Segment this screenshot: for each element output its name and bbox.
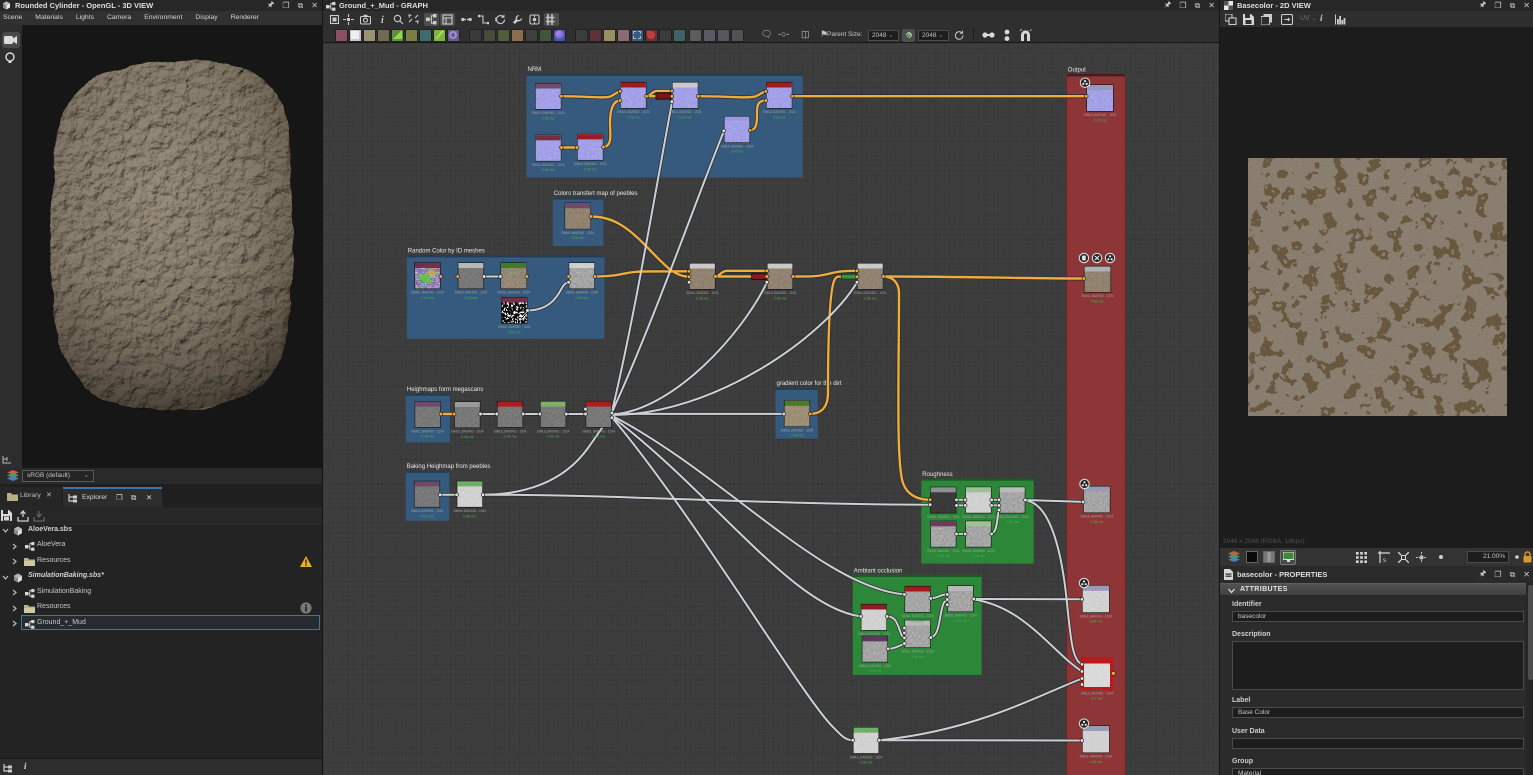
svg-text:gradient color for the dirt: gradient color for the dirt — [777, 381, 842, 387]
svg-text:SIMUL.BAKING - 1024: SIMUL.BAKING - 1024 — [565, 291, 598, 295]
svg-text:0.06 ms: 0.06 ms — [911, 655, 924, 659]
svg-text:0.06 ms: 0.06 ms — [731, 150, 744, 154]
svg-text:SIMUL.BAKING - 1024: SIMUL.BAKING - 1024 — [411, 429, 444, 433]
svg-text:SIMUL.BAKING - 1024: SIMUL.BAKING - 1024 — [669, 110, 702, 114]
svg-text:0.06 ms: 0.06 ms — [592, 435, 605, 439]
svg-text:SIMUL.BAKING - 1024: SIMUL.BAKING - 1024 — [996, 515, 1029, 519]
svg-text:0.06 ms: 0.06 ms — [696, 296, 709, 300]
svg-text:SIMUL.BAKING - 1024: SIMUL.BAKING - 1024 — [944, 614, 977, 618]
svg-text:NRM: NRM — [528, 67, 542, 73]
svg-text:SIMUL.BAKING - 1024: SIMUL.BAKING - 1024 — [453, 509, 486, 513]
svg-text:SIMUL.BAKING - 1024: SIMUL.BAKING - 1024 — [721, 145, 754, 149]
svg-text:0.06 ms: 0.06 ms — [864, 296, 877, 300]
svg-text:SIMUL.BAKING - 1024: SIMUL.BAKING - 1024 — [781, 429, 814, 433]
svg-text:0.06 ms: 0.06 ms — [911, 619, 924, 623]
svg-text:SIMUL.BAKING - 1024: SIMUL.BAKING - 1024 — [850, 755, 883, 759]
svg-text:0.06 ms: 0.06 ms — [465, 296, 478, 300]
svg-text:Ambiant occlusion: Ambiant occlusion — [854, 568, 903, 574]
svg-text:Heighmaps form megascans: Heighmaps form megascans — [407, 387, 483, 393]
svg-text:SIMUL.BAKING - 1024: SIMUL.BAKING - 1024 — [532, 111, 565, 115]
svg-text:SIMUL.BAKING - 1024: SIMUL.BAKING - 1024 — [574, 162, 607, 166]
svg-text:SIMUL.BAKING - 1024: SIMUL.BAKING - 1024 — [1081, 692, 1114, 696]
svg-text:SIMUL.BAKING - 1024: SIMUL.BAKING - 1024 — [1080, 755, 1113, 759]
svg-text:0.06 ms: 0.06 ms — [937, 554, 950, 558]
svg-text:SIMUL.BAKING - 1024: SIMUL.BAKING - 1024 — [962, 515, 995, 519]
svg-text:Random Color by ID meshes: Random Color by ID meshes — [408, 249, 485, 255]
svg-text:SIMUL.BAKING - 1024: SIMUL.BAKING - 1024 — [764, 291, 797, 295]
svg-text:SIMUL.BAKING - 1024: SIMUL.BAKING - 1024 — [859, 664, 892, 668]
svg-text:SIMUL.BAKING - 1024: SIMUL.BAKING - 1024 — [686, 291, 719, 295]
svg-text:SIMUL.BAKING - 1024: SIMUL.BAKING - 1024 — [901, 650, 934, 654]
svg-text:SIMUL.BAKING - 1024: SIMUL.BAKING - 1024 — [451, 430, 484, 434]
svg-text:SIMUL.BAKING - 1024: SIMUL.BAKING - 1024 — [497, 291, 530, 295]
svg-text:SIMUL.BAKING - 1024: SIMUL.BAKING - 1024 — [763, 110, 796, 114]
svg-text:0.06 ms: 0.06 ms — [1089, 760, 1102, 764]
svg-text:0.06 ms: 0.06 ms — [773, 115, 786, 119]
svg-text:SIMUL.BAKING - 1024: SIMUL.BAKING - 1024 — [854, 291, 887, 295]
svg-text:SIMUL.BAKING - 1024: SIMUL.BAKING - 1024 — [494, 429, 527, 433]
svg-text:0.06 ms: 0.06 ms — [774, 296, 787, 300]
svg-text:SIMUL.BAKING - 1024: SIMUL.BAKING - 1024 — [962, 549, 995, 553]
svg-text:SIMUL.BAKING - 1024: SIMUL.BAKING - 1024 — [927, 549, 960, 553]
svg-text:0.06 ms: 0.06 ms — [542, 116, 555, 120]
svg-text:0.06 ms: 0.06 ms — [571, 236, 584, 240]
svg-text:0.06 ms: 0.06 ms — [1094, 118, 1107, 122]
svg-text:SIMUL.BAKING - 1024: SIMUL.BAKING - 1024 — [1080, 515, 1113, 519]
svg-text:SIMUL.BAKING - 1024: SIMUL.BAKING - 1024 — [582, 429, 615, 433]
svg-text:SIMUL.BAKING - 1024: SIMUL.BAKING - 1024 — [498, 325, 531, 329]
svg-text:SIMUL.BAKING - 1024: SIMUL.BAKING - 1024 — [858, 632, 891, 636]
svg-text:SIMUL.BAKING - 1024: SIMUL.BAKING - 1024 — [561, 231, 594, 235]
svg-text:SIMUL.BAKING - 1024: SIMUL.BAKING - 1024 — [537, 429, 570, 433]
svg-text:SIMUL.BAKING - 1024: SIMUL.BAKING - 1024 — [1080, 615, 1113, 619]
svg-text:SIMUL.BAKING - 1024: SIMUL.BAKING - 1024 — [1084, 113, 1117, 117]
svg-text:Colors transfert map of peeble: Colors transfert map of peebles — [554, 191, 638, 197]
svg-text:0.06 ms: 0.06 ms — [547, 435, 560, 439]
svg-text:s: s — [1383, 558, 1386, 563]
svg-text:0.06 ms: 0.06 ms — [504, 435, 517, 439]
svg-text:Baking Heighmap from peebles: Baking Heighmap from peebles — [407, 464, 491, 470]
svg-text:SIMUL.BAKING - 1024: SIMUL.BAKING - 1024 — [411, 509, 444, 513]
svg-text:SIMUL.BAKING - 1024: SIMUL.BAKING - 1024 — [411, 291, 444, 295]
svg-text:0.06 ms: 0.06 ms — [1091, 299, 1104, 303]
svg-text:SIMUL.BAKING - 1024: SIMUL.BAKING - 1024 — [927, 515, 960, 519]
svg-text:i: i — [381, 15, 384, 25]
svg-text:0.06 ms: 0.06 ms — [584, 167, 597, 171]
svg-text:0.06 ms: 0.06 ms — [869, 669, 882, 673]
svg-text:0.06 ms: 0.06 ms — [421, 514, 434, 518]
svg-text:0.06 ms: 0.06 ms — [972, 554, 985, 558]
svg-text:SIMUL.BAKING - 1024: SIMUL.BAKING - 1024 — [617, 110, 650, 114]
svg-text:Output: Output — [1068, 68, 1086, 74]
svg-text:0.06 ms: 0.06 ms — [860, 761, 873, 765]
svg-text:0.06 ms: 0.06 ms — [1089, 620, 1102, 624]
svg-text:SIMUL.BAKING - 1024: SIMUL.BAKING - 1024 — [532, 163, 565, 167]
svg-text:0.06 ms: 0.06 ms — [575, 296, 588, 300]
svg-text:0.06 ms: 0.06 ms — [421, 296, 434, 300]
svg-text:0.06 ms: 0.06 ms — [421, 435, 434, 439]
svg-text:0.06 ms: 0.06 ms — [679, 115, 692, 119]
svg-text:0.06 ms: 0.06 ms — [1090, 520, 1103, 524]
svg-text:0.06 ms: 0.06 ms — [461, 435, 474, 439]
svg-text:Roughness: Roughness — [922, 472, 952, 478]
svg-text:0.06 ms: 0.06 ms — [463, 514, 476, 518]
svg-text:0.06 ms: 0.06 ms — [542, 168, 555, 172]
svg-text:0.06 ms: 0.06 ms — [791, 434, 804, 438]
svg-text:0.06 ms: 0.06 ms — [954, 619, 967, 623]
svg-text:0.06 ms: 0.06 ms — [508, 330, 521, 334]
svg-text:SIMUL.BAKING - 1024: SIMUL.BAKING - 1024 — [1081, 294, 1114, 298]
svg-text:0.06 ms: 0.06 ms — [1006, 520, 1019, 524]
svg-text:0.0 Sec: 0.0 Sec — [1091, 697, 1103, 701]
svg-text:0.06 ms: 0.06 ms — [627, 115, 640, 119]
svg-text:SIMUL.BAKING - 1024: SIMUL.BAKING - 1024 — [455, 291, 488, 295]
svg-text:SIMUL.BAKING - 1024: SIMUL.BAKING - 1024 — [901, 614, 934, 618]
